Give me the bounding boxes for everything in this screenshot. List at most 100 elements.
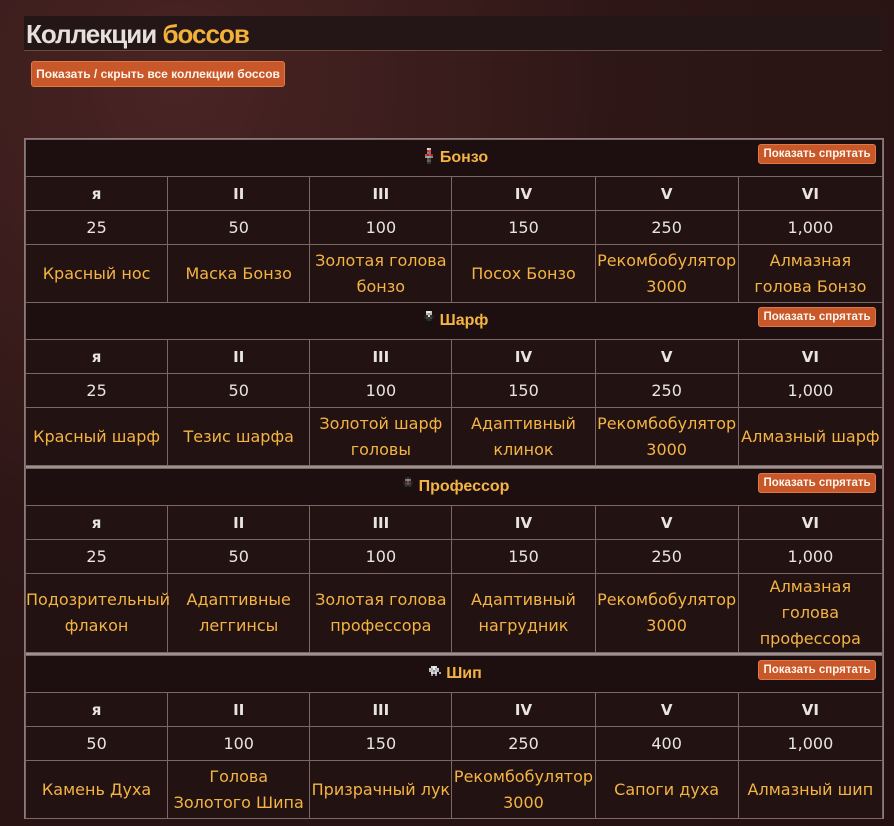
boss-collections: Бонзо Показать спрятать я II III IV V VI 25 50 100…	[24, 138, 884, 819]
bonzo-icon	[420, 147, 436, 169]
show-hide-button[interactable]: Показать спрятать	[758, 660, 876, 680]
reward-cell: Маска Бонзо	[167, 244, 311, 303]
boss-name: Профессор	[399, 476, 510, 498]
show-hide-button[interactable]: Показать спрятать	[758, 144, 876, 164]
tier-cell: II	[167, 505, 311, 540]
tier-cell: я	[24, 176, 169, 211]
page-title: Коллекции боссов	[26, 19, 250, 49]
amount-cell: 1,000	[737, 210, 884, 245]
tier-cell: IV	[451, 339, 596, 374]
reward-cell: Золотая голова профессора	[309, 573, 453, 653]
amount-cell: 250	[451, 726, 596, 761]
boss-header-row: Бонзо Показать спрятать	[25, 139, 883, 177]
tier-row: я II III IV V VI	[24, 339, 884, 374]
tier-cell: VI	[737, 176, 884, 211]
reward-cell: Красный нос	[24, 244, 169, 303]
amount-cell: 150	[309, 726, 453, 761]
reward-cell: Камень Духа	[24, 760, 169, 819]
tier-cell: II	[167, 692, 311, 727]
tier-cell: V	[594, 692, 739, 727]
amount-cell: 100	[167, 726, 311, 761]
boss-name-text: Бонзо	[439, 149, 489, 166]
amount-cell: 150	[451, 539, 596, 574]
reward-cell: Сапоги духа	[594, 760, 739, 819]
amount-row: 50 100 150 250 400 1,000	[24, 726, 884, 761]
boss-name-text: Шарф	[439, 312, 489, 329]
reward-cell: Голова Золотого Шипа	[167, 760, 311, 819]
reward-cell: Рекомбобулятор 3000	[594, 407, 739, 466]
collections-table: Бонзо Показать спрятать я II III IV V VI 25 50 100…	[24, 139, 884, 819]
reward-cell: Рекомбобулятор 3000	[594, 573, 739, 653]
boss-name-text: Шип	[446, 665, 482, 682]
reward-cell: Золотой шарф головы	[309, 407, 453, 466]
tier-cell: IV	[451, 692, 596, 727]
reward-cell: Алмазная голова Бонзо	[737, 244, 884, 303]
boss-header-row: Шип Показать спрятать	[25, 655, 883, 693]
reward-row: Подозрительный флакон Адаптивные леггинсы…	[24, 573, 884, 653]
tier-cell: III	[309, 176, 453, 211]
tier-cell: VI	[737, 505, 884, 540]
amount-cell: 150	[451, 373, 596, 408]
tier-cell: II	[167, 339, 311, 374]
tier-cell: V	[594, 176, 739, 211]
title-highlight: боссов	[162, 19, 249, 49]
boss-header-cell: Бонзо Показать спрятать	[25, 139, 883, 177]
tier-cell: IV	[451, 505, 596, 540]
reward-row: Камень Духа Голова Золотого Шипа Призрачны…	[24, 760, 884, 819]
boss-header-row: Шарф Показать спрятать	[25, 302, 883, 340]
reward-cell: Тезис шарфа	[167, 407, 311, 466]
tier-cell: VI	[737, 339, 884, 374]
reward-cell: Адаптивные леггинсы	[167, 573, 311, 653]
tier-cell: V	[594, 339, 739, 374]
amount-cell: 400	[594, 726, 739, 761]
show-hide-button[interactable]: Показать спрятать	[758, 473, 876, 493]
toggle-all-collections-button[interactable]: Показать / скрыть все коллекции боссов	[31, 61, 285, 87]
reward-cell: Золотая голова бонзо	[309, 244, 453, 303]
boss-header-cell: Шарф Показать спрятать	[25, 302, 883, 340]
amount-cell: 100	[309, 373, 453, 408]
tier-cell: VI	[737, 692, 884, 727]
amount-cell: 250	[594, 373, 739, 408]
boss-name: Шип	[426, 664, 482, 685]
tier-cell: III	[309, 692, 453, 727]
tier-row: я II III IV V VI	[24, 505, 884, 540]
show-hide-button[interactable]: Показать спрятать	[758, 307, 876, 327]
thorn-icon	[426, 664, 442, 685]
tier-cell: II	[167, 176, 311, 211]
amount-cell: 150	[451, 210, 596, 245]
reward-row: Красный нос Маска Бонзо Золотая голова бон…	[24, 244, 884, 303]
amount-cell: 50	[167, 539, 311, 574]
reward-cell: Алмазная голова профессора	[737, 573, 884, 653]
amount-cell: 50	[167, 210, 311, 245]
tier-cell: IV	[451, 176, 596, 211]
professor-icon	[399, 476, 415, 498]
amount-cell: 250	[594, 539, 739, 574]
boss-name: Бонзо	[420, 147, 489, 169]
reward-cell: Красный шарф	[24, 407, 169, 466]
tier-cell: я	[24, 692, 169, 727]
amount-cell: 1,000	[737, 373, 884, 408]
reward-cell: Рекомбобулятор 3000	[594, 244, 739, 303]
reward-row: Красный шарф Тезис шарфа Золотой шарф голо…	[24, 407, 884, 466]
reward-cell: Призрачный лук	[309, 760, 453, 819]
amount-cell: 25	[24, 210, 169, 245]
amount-row: 25 50 100 150 250 1,000	[24, 210, 884, 245]
amount-cell: 50	[24, 726, 169, 761]
page-header: Коллекции боссов	[24, 16, 882, 51]
amount-cell: 25	[24, 373, 169, 408]
reward-cell: Подозрительный флакон	[24, 573, 170, 653]
tier-row: я II III IV V VI	[24, 692, 884, 727]
reward-cell: Посох Бонзо	[451, 244, 596, 303]
amount-cell: 100	[309, 539, 453, 574]
tier-row: я II III IV V VI	[24, 176, 884, 211]
scarf-icon	[420, 310, 436, 332]
amount-cell: 50	[167, 373, 311, 408]
reward-cell: Алмазный шип	[737, 760, 884, 819]
amount-cell: 1,000	[737, 539, 884, 574]
reward-cell: Рекомбобулятор 3000	[451, 760, 596, 819]
title-main: Коллекции	[26, 19, 157, 49]
boss-name-text: Профессор	[418, 478, 510, 495]
amount-cell: 250	[594, 210, 739, 245]
boss-name: Шарф	[420, 310, 489, 332]
amount-cell: 100	[309, 210, 453, 245]
